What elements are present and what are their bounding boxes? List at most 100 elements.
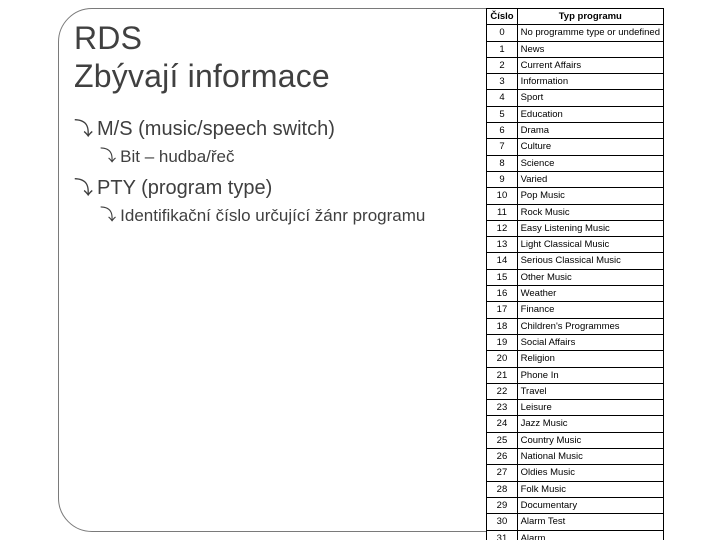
bullet-icon: ⤵ [100, 208, 116, 224]
table-row: 28Folk Music [487, 481, 664, 497]
table-cell-type: Education [517, 106, 663, 122]
table-row: 27Oldies Music [487, 465, 664, 481]
table-cell-type: No programme type or undefined [517, 25, 663, 41]
bullet-ms: ⤵ M/S (music/speech switch) [74, 118, 494, 141]
table-row: 10Pop Music [487, 188, 664, 204]
bullet-pty-sub: ⤵ Identifikační číslo určující žánr prog… [100, 206, 494, 226]
table-cell-type: Science [517, 155, 663, 171]
table-cell-number: 1 [487, 41, 517, 57]
table-cell-type: Religion [517, 351, 663, 367]
table-head-number: Číslo [487, 9, 517, 25]
table-body: 0No programme type or undefined1News2Cur… [487, 25, 664, 540]
table-cell-type: Children's Programmes [517, 318, 663, 334]
bullet-text: PTY (program type) [97, 177, 272, 200]
table-header-row: Číslo Typ programu [487, 9, 664, 25]
table-cell-type: News [517, 41, 663, 57]
title-line-1: RDS [74, 20, 142, 56]
table-cell-number: 19 [487, 334, 517, 350]
table-row: 15Other Music [487, 269, 664, 285]
table-cell-type: Pop Music [517, 188, 663, 204]
table-cell-number: 14 [487, 253, 517, 269]
table-row: 12Easy Listening Music [487, 220, 664, 236]
table-cell-number: 29 [487, 497, 517, 513]
table-row: 16Weather [487, 286, 664, 302]
table-cell-number: 23 [487, 400, 517, 416]
bullet-text: Bit – hudba/řeč [120, 147, 234, 167]
table-row: 7Culture [487, 139, 664, 155]
table-cell-type: Finance [517, 302, 663, 318]
table-cell-number: 10 [487, 188, 517, 204]
table-row: 18Children's Programmes [487, 318, 664, 334]
table-cell-type: Serious Classical Music [517, 253, 663, 269]
slide: RDS Zbývají informace ⤵ M/S (music/speec… [0, 0, 720, 540]
table-row: 0No programme type or undefined [487, 25, 664, 41]
table-cell-number: 20 [487, 351, 517, 367]
table-cell-number: 16 [487, 286, 517, 302]
table-cell-type: Light Classical Music [517, 237, 663, 253]
table-row: 29Documentary [487, 497, 664, 513]
table-row: 14Serious Classical Music [487, 253, 664, 269]
table-cell-type: Folk Music [517, 481, 663, 497]
bullet-icon: ⤵ [74, 179, 93, 198]
table-row: 13Light Classical Music [487, 237, 664, 253]
table-row: 6Drama [487, 123, 664, 139]
table-row: 9Varied [487, 171, 664, 187]
table-cell-type: Rock Music [517, 204, 663, 220]
table-cell-number: 5 [487, 106, 517, 122]
table-cell-type: Easy Listening Music [517, 220, 663, 236]
table-head-type: Typ programu [517, 9, 663, 25]
table-cell-number: 30 [487, 514, 517, 530]
table-row: 17Finance [487, 302, 664, 318]
table-cell-number: 13 [487, 237, 517, 253]
bullet-pty: ⤵ PTY (program type) [74, 177, 494, 200]
table-cell-type: Sport [517, 90, 663, 106]
table-cell-type: Social Affairs [517, 334, 663, 350]
table-cell-type: Leisure [517, 400, 663, 416]
bullet-icon: ⤵ [100, 149, 116, 165]
table-cell-type: National Music [517, 449, 663, 465]
table-row: 25Country Music [487, 432, 664, 448]
table-row: 8Science [487, 155, 664, 171]
table-row: 19Social Affairs [487, 334, 664, 350]
table-row: 26National Music [487, 449, 664, 465]
table-cell-type: Information [517, 74, 663, 90]
table-cell-number: 6 [487, 123, 517, 139]
table-cell-type: Documentary [517, 497, 663, 513]
program-type-table: Číslo Typ programu 0No programme type or… [486, 8, 664, 540]
table-cell-type: Oldies Music [517, 465, 663, 481]
table-cell-number: 12 [487, 220, 517, 236]
bullet-text: Identifikační číslo určující žánr progra… [120, 206, 425, 226]
table-cell-number: 15 [487, 269, 517, 285]
table-cell-number: 4 [487, 90, 517, 106]
table-row: 2Current Affairs [487, 57, 664, 73]
slide-body: ⤵ M/S (music/speech switch) ⤵ Bit – hudb… [74, 118, 494, 235]
table-row: 1News [487, 41, 664, 57]
table-cell-number: 7 [487, 139, 517, 155]
table-cell-type: Current Affairs [517, 57, 663, 73]
table-row: 22Travel [487, 383, 664, 399]
table-cell-type: Weather [517, 286, 663, 302]
bullet-text: M/S (music/speech switch) [97, 118, 335, 141]
bullet-ms-sub: ⤵ Bit – hudba/řeč [100, 147, 494, 167]
table-row: 20Religion [487, 351, 664, 367]
table-cell-number: 24 [487, 416, 517, 432]
table-cell-type: Alarm Test [517, 514, 663, 530]
table-cell-number: 8 [487, 155, 517, 171]
table-row: 21Phone In [487, 367, 664, 383]
table-cell-number: 0 [487, 25, 517, 41]
table-cell-number: 17 [487, 302, 517, 318]
table-row: 4Sport [487, 90, 664, 106]
table-cell-number: 21 [487, 367, 517, 383]
slide-title: RDS Zbývají informace [74, 20, 330, 96]
table-cell-type: Culture [517, 139, 663, 155]
table-cell-type: Alarm [517, 530, 663, 540]
table-row: 3Information [487, 74, 664, 90]
table-row: 11Rock Music [487, 204, 664, 220]
table-row: 5Education [487, 106, 664, 122]
table-row: 31Alarm [487, 530, 664, 540]
table-cell-number: 25 [487, 432, 517, 448]
table-cell-number: 3 [487, 74, 517, 90]
table-cell-type: Other Music [517, 269, 663, 285]
table-cell-type: Drama [517, 123, 663, 139]
table-cell-number: 27 [487, 465, 517, 481]
